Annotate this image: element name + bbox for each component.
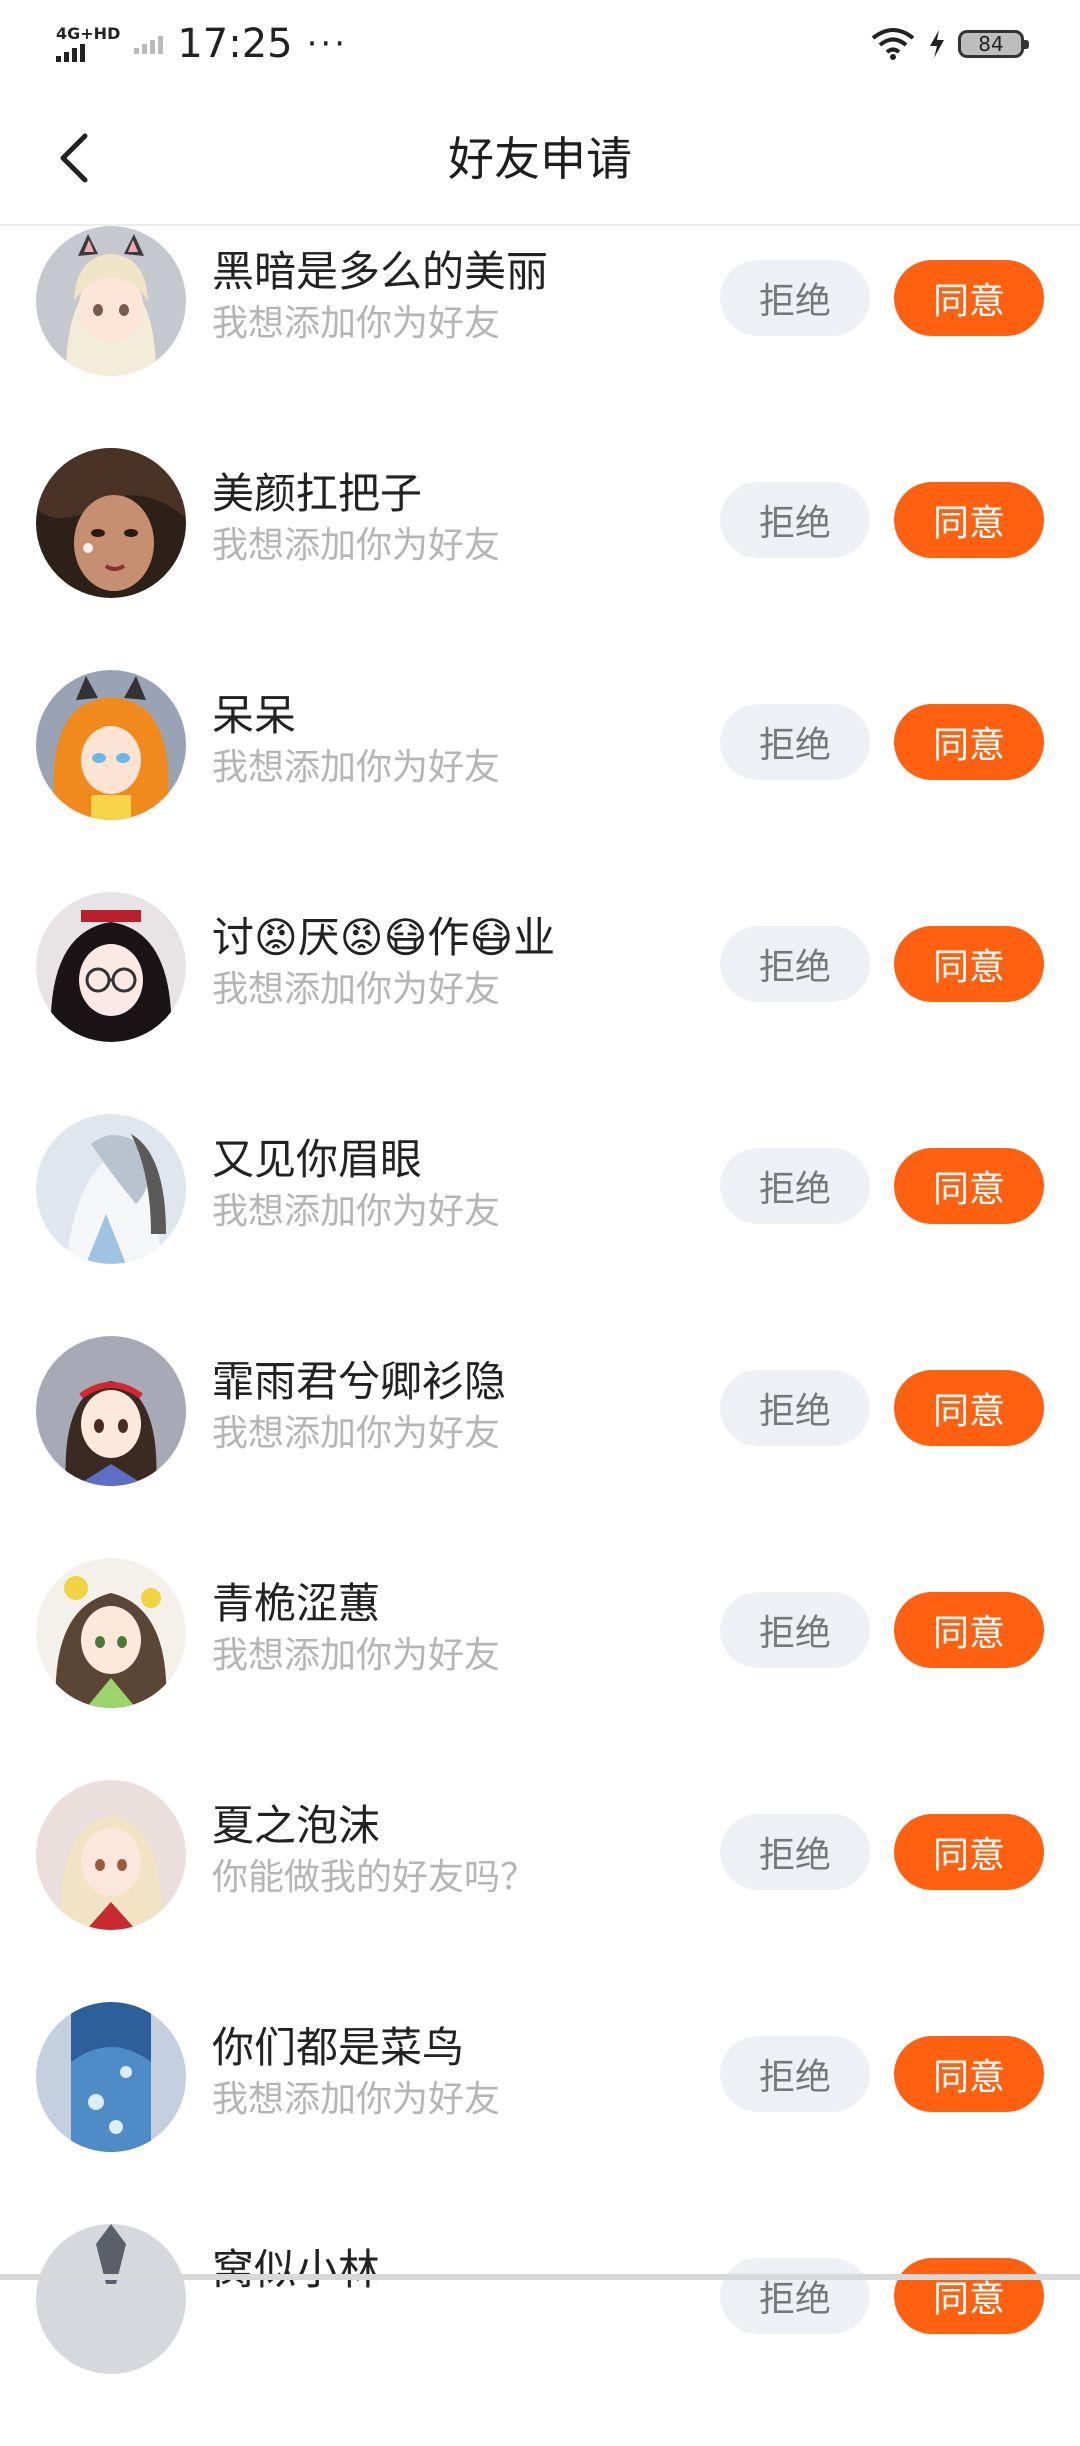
list-item: 窝似小林 拒绝 同意 [0, 2224, 1080, 2446]
request-message: 我想添加你为好友 [212, 747, 501, 788]
avatar[interactable] [36, 226, 186, 376]
requester-name: 讨😡厌😡😷作😷业 [212, 913, 556, 962]
header-bar: 好友申请 [0, 88, 1080, 226]
avatar[interactable] [36, 1114, 186, 1264]
battery-icon: 84 [958, 30, 1029, 58]
list-item: 你们都是菜鸟 我想添加你为好友 拒绝 同意 [0, 2002, 1080, 2224]
reject-button[interactable]: 拒绝 [720, 926, 870, 1002]
request-message: 我想添加你为好友 [212, 303, 501, 344]
signal-secondary-icon [134, 34, 164, 54]
list-item: 又见你眉眼 我想添加你为好友 拒绝 同意 [0, 1114, 1080, 1336]
reject-button[interactable]: 拒绝 [720, 1148, 870, 1224]
request-message: 我想添加你为好友 [212, 1191, 501, 1232]
accept-button[interactable]: 同意 [894, 1370, 1044, 1446]
page-title: 好友申请 [448, 132, 632, 186]
signal-icon [56, 42, 120, 62]
clock: 17:25 [177, 21, 293, 67]
requester-name: 呆呆 [212, 691, 297, 740]
status-bar: 4G+HD 17:25 ··· 84 [0, 0, 1080, 88]
status-right: 84 [870, 27, 1029, 61]
avatar[interactable] [36, 1336, 186, 1486]
chevron-left-icon [60, 133, 88, 183]
reject-button[interactable]: 拒绝 [720, 260, 870, 336]
requester-name: 黑暗是多么的美丽 [212, 247, 549, 296]
accept-button[interactable]: 同意 [894, 2258, 1044, 2334]
accept-button[interactable]: 同意 [894, 1814, 1044, 1890]
list-item: 黑暗是多么的美丽 我想添加你为好友 拒绝 同意 [0, 226, 1080, 448]
accept-button[interactable]: 同意 [894, 260, 1044, 336]
avatar[interactable] [36, 892, 186, 1042]
accept-button[interactable]: 同意 [894, 482, 1044, 558]
avatar[interactable] [36, 1558, 186, 1708]
accept-button[interactable]: 同意 [894, 1592, 1044, 1668]
reject-button[interactable]: 拒绝 [720, 482, 870, 558]
requester-name: 又见你眉眼 [212, 1135, 423, 1184]
list-item: 霏雨君兮卿衫隐 我想添加你为好友 拒绝 同意 [0, 1336, 1080, 1558]
back-button[interactable] [44, 128, 104, 188]
reject-button[interactable]: 拒绝 [720, 1814, 870, 1890]
reject-button[interactable]: 拒绝 [720, 1370, 870, 1446]
list-item: 呆呆 我想添加你为好友 拒绝 同意 [0, 670, 1080, 892]
request-message: 我想添加你为好友 [212, 1413, 501, 1454]
accept-button[interactable]: 同意 [894, 2036, 1044, 2112]
requester-name: 青桅涩蕙 [212, 1579, 381, 1628]
reject-button[interactable]: 拒绝 [720, 1592, 870, 1668]
requester-name: 夏之泡沫 [212, 1801, 381, 1850]
list-item: 青桅涩蕙 我想添加你为好友 拒绝 同意 [0, 1558, 1080, 1780]
charging-icon [930, 30, 944, 58]
requester-name: 你们都是菜鸟 [212, 2023, 465, 2072]
more-indicator: ··· [306, 24, 349, 64]
list-item: 美颜扛把子 我想添加你为好友 拒绝 同意 [0, 448, 1080, 670]
accept-button[interactable]: 同意 [894, 1148, 1044, 1224]
list-item: 讨😡厌😡😷作😷业 我想添加你为好友 拒绝 同意 [0, 892, 1080, 1114]
wifi-icon [871, 28, 915, 60]
request-message: 你能做我的好友吗？ [212, 1857, 537, 1898]
avatar[interactable] [36, 448, 186, 598]
accept-button[interactable]: 同意 [894, 704, 1044, 780]
request-message: 我想添加你为好友 [212, 2079, 501, 2120]
request-message: 我想添加你为好友 [212, 525, 501, 566]
avatar[interactable] [36, 1780, 186, 1930]
requester-name: 窝似小林 [212, 2245, 381, 2294]
avatar[interactable] [36, 2002, 186, 2152]
reject-button[interactable]: 拒绝 [720, 704, 870, 780]
accept-button[interactable]: 同意 [894, 926, 1044, 1002]
request-message: 我想添加你为好友 [212, 1635, 501, 1676]
battery-level: 84 [978, 32, 1004, 56]
network-indicator: 4G+HD [56, 26, 120, 62]
reject-button[interactable]: 拒绝 [720, 2036, 870, 2112]
bottom-edge [0, 2274, 1080, 2280]
reject-button[interactable]: 拒绝 [720, 2258, 870, 2334]
list-item: 夏之泡沫 你能做我的好友吗？ 拒绝 同意 [0, 1780, 1080, 2002]
requester-name: 美颜扛把子 [212, 469, 423, 518]
avatar[interactable] [36, 670, 186, 820]
avatar[interactable] [36, 2224, 186, 2374]
requester-name: 霏雨君兮卿衫隐 [212, 1357, 507, 1406]
request-message: 我想添加你为好友 [212, 969, 501, 1010]
network-label: 4G+HD [56, 24, 121, 43]
status-left: 4G+HD 17:25 ··· [56, 21, 348, 67]
